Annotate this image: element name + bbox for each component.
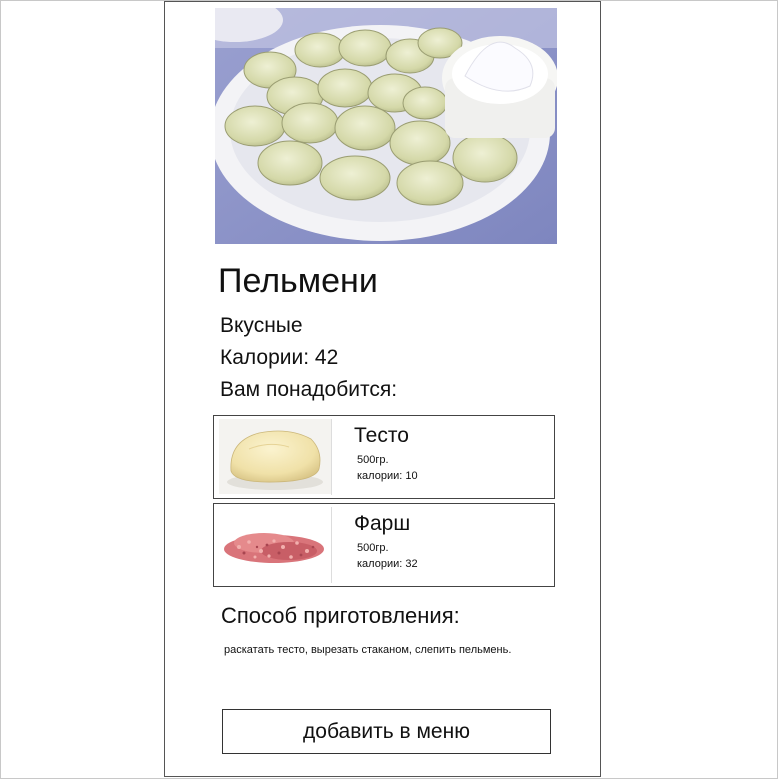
add-to-menu-button[interactable]: добавить в меню: [222, 709, 551, 754]
ingredient-calories: калории: 32: [357, 558, 418, 570]
dish-title: Пельмени: [218, 262, 378, 300]
ingredient-name: Фарш: [354, 512, 411, 535]
dish-calories: Калории: 42: [220, 346, 339, 369]
ingredient-calories: калории: 10: [357, 470, 418, 482]
ingredients-heading: Вам понадобится:: [220, 378, 398, 401]
dough-photo: [219, 419, 331, 494]
method-heading: Способ приготовления:: [221, 603, 460, 628]
ingredient-card-minced-meat[interactable]: Фарш 500гр. калории: 32: [213, 503, 555, 587]
ingredient-card-dough[interactable]: Тесто 500гр. калории: 10: [213, 415, 555, 499]
method-text: раскатать тесто, вырезать стаканом, слеп…: [224, 644, 512, 656]
dish-subtitle: Вкусные: [220, 314, 303, 337]
minced-meat-photo: [219, 507, 331, 582]
dumplings-photo: [215, 8, 557, 244]
card-divider: [331, 419, 332, 495]
ingredient-quantity: 500гр.: [357, 542, 389, 554]
card-divider: [331, 507, 332, 583]
ingredient-quantity: 500гр.: [357, 454, 389, 466]
ingredient-name: Тесто: [354, 424, 409, 447]
